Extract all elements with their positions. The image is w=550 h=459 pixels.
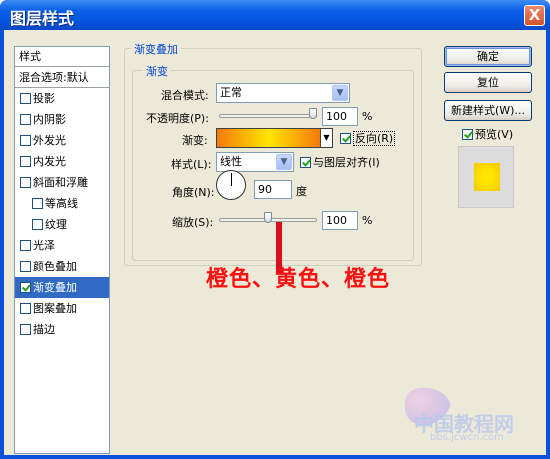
chevron-down-icon: ▼	[332, 85, 348, 101]
sidebar-item-label: 纹理	[45, 218, 67, 231]
sidebar-item-label: 颜色叠加	[33, 260, 77, 273]
sidebar-item-label: 外发光	[33, 134, 66, 147]
opacity-unit: %	[362, 110, 373, 123]
sidebar-item-label: 投影	[33, 92, 55, 105]
style-label: 样式(L):	[171, 158, 212, 171]
sidebar-item-label: 斜面和浮雕	[33, 176, 88, 189]
angle-input[interactable]: 90	[254, 180, 292, 199]
reverse-label: 反向(R)	[353, 131, 396, 146]
sidebar-item[interactable]: 渐变叠加	[15, 277, 109, 298]
sidebar-item-label: 光泽	[33, 239, 55, 252]
styles-list: 样式 混合选项:默认 投影内阴影外发光内发光斜面和浮雕等高线纹理光泽颜色叠加渐变…	[14, 46, 110, 454]
dialog-title: 图层样式	[10, 9, 75, 28]
scale-input[interactable]: 100	[322, 211, 358, 230]
checkbox-icon[interactable]	[20, 114, 31, 125]
checkbox-icon[interactable]	[20, 261, 31, 272]
style-value: 线性	[220, 155, 242, 168]
align-label: 与图层对齐(I)	[313, 156, 380, 169]
sidebar-item-label: 内阴影	[33, 113, 66, 126]
checkbox-icon[interactable]	[20, 240, 31, 251]
style-select[interactable]: 线性 ▼	[216, 152, 294, 172]
reverse-checkbox[interactable]: 反向(R)	[340, 130, 396, 146]
checkbox-icon[interactable]	[20, 177, 31, 188]
scale-label: 缩放(S):	[172, 216, 214, 229]
sidebar-item-label: 等高线	[45, 197, 78, 210]
checkbox-icon[interactable]	[32, 198, 43, 209]
blend-mode-select[interactable]: 正常 ▼	[216, 83, 350, 103]
preview-checkbox[interactable]: 预览(V)	[462, 126, 513, 142]
style-preview	[458, 146, 514, 208]
angle-unit: 度	[296, 185, 307, 198]
scale-unit: %	[362, 214, 373, 227]
window-bottom-border	[0, 455, 550, 459]
blend-mode-label: 混合模式:	[161, 89, 209, 102]
sidebar-item[interactable]: 光泽	[15, 235, 109, 256]
opacity-slider-thumb[interactable]	[309, 108, 317, 119]
align-check-icon[interactable]	[300, 157, 311, 168]
gradient-overlay-title: 渐变叠加	[131, 41, 181, 57]
gradient-preview[interactable]	[216, 128, 321, 148]
sidebar-item-label: 渐变叠加	[33, 281, 77, 294]
scale-slider-thumb[interactable]	[264, 212, 272, 223]
sidebar-item[interactable]: 内发光	[15, 151, 109, 172]
preview-swatch	[474, 163, 500, 191]
angle-label: 角度(N):	[172, 186, 215, 199]
checkbox-icon[interactable]	[32, 219, 43, 230]
checkbox-icon[interactable]	[20, 93, 31, 104]
annotation-text: 橙色、黄色、橙色	[206, 267, 391, 292]
chevron-down-icon: ▼	[323, 133, 330, 142]
reverse-check-icon[interactable]	[340, 133, 351, 144]
angle-dial[interactable]	[216, 170, 246, 200]
dialog-client: 样式 混合选项:默认 投影 内阴影 外发光 内发光 斜面和浮雕 等高线 纹理 光泽 颜色叠加 渐变…	[4, 30, 546, 455]
checkbox-icon[interactable]	[20, 156, 31, 167]
sidebar-item-label: 描边	[33, 323, 55, 336]
opacity-input[interactable]: 100	[322, 107, 358, 126]
checkbox-icon[interactable]	[20, 135, 31, 146]
title-bar[interactable]: 图层样式 X	[0, 0, 550, 30]
opacity-label: 不透明度(P):	[146, 112, 209, 125]
close-button[interactable]: X	[524, 5, 545, 26]
sidebar-item-label: 内发光	[33, 155, 66, 168]
sidebar-item[interactable]: 纹理	[15, 214, 109, 235]
sidebar-item[interactable]: 图案叠加	[15, 298, 109, 319]
ok-button[interactable]: 确定	[444, 46, 532, 67]
sidebar-item[interactable]: 描边	[15, 319, 109, 340]
opacity-slider-track[interactable]	[219, 114, 317, 118]
blend-mode-value: 正常	[220, 86, 242, 99]
sidebar-item[interactable]: 外发光	[15, 130, 109, 151]
preview-check-icon[interactable]	[462, 129, 473, 140]
chevron-down-icon: ▼	[276, 154, 292, 170]
styles-header[interactable]: 样式	[15, 47, 109, 67]
watermark-url: bbs.jcwcn.com	[430, 432, 504, 443]
gradient-subgroup-title: 渐变	[143, 63, 171, 79]
sidebar-item[interactable]: 颜色叠加	[15, 256, 109, 277]
sidebar-item-label: 图案叠加	[33, 302, 77, 315]
gradient-label: 渐变:	[182, 134, 208, 147]
reset-button[interactable]: 复位	[444, 72, 532, 93]
sidebar-item[interactable]: 内阴影	[15, 109, 109, 130]
align-checkbox[interactable]: 与图层对齐(I)	[300, 154, 380, 170]
sidebar-item[interactable]: 投影	[15, 88, 109, 109]
blend-options-item[interactable]: 混合选项:默认	[15, 67, 109, 88]
checkbox-icon[interactable]	[20, 282, 31, 293]
sidebar-item[interactable]: 斜面和浮雕	[15, 172, 109, 193]
sidebar-item[interactable]: 等高线	[15, 193, 109, 214]
style-items: 投影内阴影外发光内发光斜面和浮雕等高线纹理光泽颜色叠加渐变叠加图案叠加描边	[15, 88, 109, 340]
preview-label: 预览(V)	[475, 128, 514, 141]
layer-style-dialog: 图层样式 X 样式 混合选项:默认 投影内阴影外发光内发光斜面和浮雕等高线纹理光…	[0, 0, 550, 459]
new-style-button[interactable]: 新建样式(W)...	[444, 100, 532, 121]
checkbox-icon[interactable]	[20, 324, 31, 335]
checkbox-icon[interactable]	[20, 303, 31, 314]
gradient-dropdown[interactable]: ▼	[320, 128, 333, 148]
